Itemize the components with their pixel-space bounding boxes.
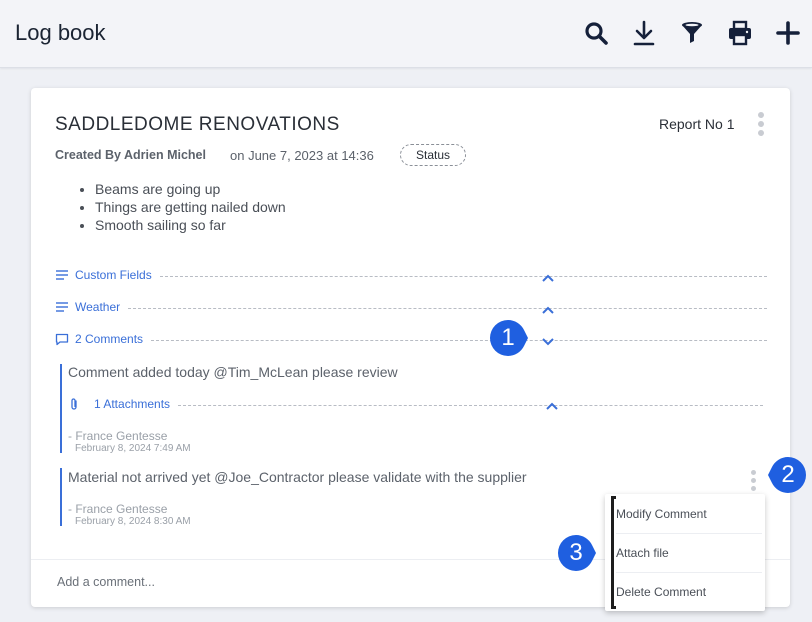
print-icon[interactable]	[725, 18, 755, 48]
attachments-section[interactable]: 1 Attachments	[68, 396, 763, 412]
header-bar: Log book	[0, 0, 812, 68]
dotted-divider	[128, 307, 767, 309]
plus-icon[interactable]	[773, 18, 803, 48]
callout-marker: 1	[488, 318, 528, 358]
list-item: Things are getting nailed down	[95, 198, 286, 216]
filter-icon[interactable]	[677, 18, 707, 48]
entry-notes: Beams are going up Things are getting na…	[95, 180, 286, 234]
entry-more-options-icon[interactable]	[758, 112, 764, 136]
comment-icon	[55, 332, 69, 346]
paperclip-icon	[68, 397, 82, 411]
custom-fields-label: Custom Fields	[75, 268, 152, 282]
report-number: Report No 1	[659, 116, 735, 132]
page-title: Log book	[15, 20, 106, 45]
comment-text: Comment added today @Tim_McLean please r…	[68, 364, 398, 380]
search-icon[interactable]	[581, 18, 611, 48]
dotted-divider	[178, 404, 763, 406]
comment-context-menu: Modify Comment Attach file Delete Commen…	[605, 494, 765, 611]
chevron-down-icon[interactable]	[541, 337, 555, 347]
lines-icon	[55, 300, 69, 314]
custom-fields-section[interactable]: Custom Fields	[55, 267, 767, 283]
entry-title: SADDLEDOME RENOVATIONS	[55, 114, 340, 135]
list-item: Smooth sailing so far	[95, 216, 286, 234]
comment-more-options-icon[interactable]	[751, 470, 756, 491]
weather-label: Weather	[75, 300, 121, 314]
created-date: on June 7, 2023 at 14:36	[230, 148, 374, 163]
chevron-up-icon[interactable]	[545, 401, 559, 411]
comment-text: Material not arrived yet @Joe_Contractor…	[68, 469, 527, 485]
lines-icon	[55, 268, 69, 282]
modify-comment-menu-item[interactable]: Modify Comment	[616, 494, 762, 533]
callout-marker: 2	[768, 455, 808, 495]
list-item: Beams are going up	[95, 180, 286, 198]
status-badge[interactable]: Status	[400, 144, 466, 166]
dotted-divider	[151, 339, 767, 341]
comment-item	[60, 468, 62, 526]
comment-author: - France Gentesse	[68, 502, 168, 516]
callout-number: 3	[569, 539, 583, 566]
comments-section[interactable]: 2 Comments	[55, 331, 767, 347]
callout-number: 2	[781, 461, 795, 488]
comment-date: February 8, 2024 7:49 AM	[75, 443, 191, 454]
comment-date: February 8, 2024 8:30 AM	[75, 516, 191, 527]
callout-marker: 3	[556, 533, 596, 573]
attach-file-menu-item[interactable]: Attach file	[616, 533, 762, 572]
attachments-label: 1 Attachments	[94, 397, 171, 411]
comment-item	[60, 364, 62, 453]
download-icon[interactable]	[629, 18, 659, 48]
delete-comment-menu-item[interactable]: Delete Comment	[616, 572, 762, 611]
dotted-divider	[159, 275, 767, 277]
add-comment-input[interactable]: Add a comment...	[57, 575, 155, 589]
chevron-up-icon[interactable]	[541, 273, 555, 283]
comments-label: 2 Comments	[75, 332, 144, 346]
weather-section[interactable]: Weather	[55, 299, 767, 315]
comment-author: - France Gentesse	[68, 429, 168, 443]
created-by: Created By Adrien Michel	[55, 148, 206, 162]
callout-number: 1	[501, 324, 515, 351]
chevron-up-icon[interactable]	[541, 305, 555, 315]
